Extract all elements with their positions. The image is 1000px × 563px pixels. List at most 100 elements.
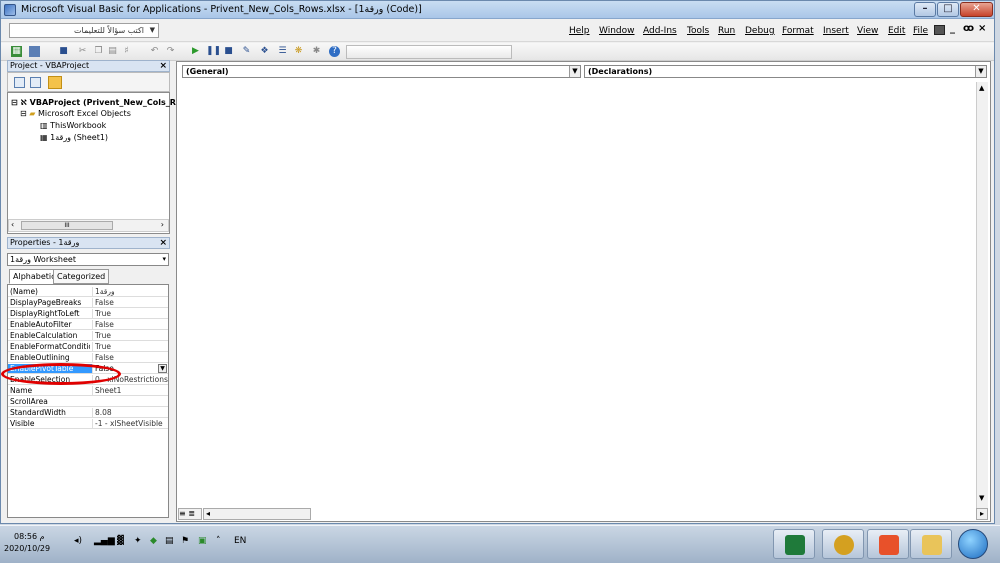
tree-node-thisworkbook[interactable]: ▥ ThisWorkbook (40, 121, 106, 130)
security-icon[interactable]: ◆ (150, 536, 157, 546)
code-horizontal-scrollbar[interactable]: ◂ (203, 508, 311, 520)
language-indicator[interactable]: EN (234, 536, 246, 546)
chevron-down-icon[interactable]: ▼ (158, 364, 167, 373)
chevron-down-icon[interactable]: ▼ (150, 24, 155, 37)
close-button[interactable]: ✕ (960, 2, 993, 17)
view-excel-icon[interactable]: ▦ (11, 46, 22, 57)
chevron-down-icon[interactable]: ▼ (975, 66, 986, 77)
help-icon[interactable]: ? (329, 46, 340, 57)
property-row[interactable]: DisplayPageBreaks False (8, 298, 168, 308)
start-button[interactable] (958, 529, 988, 559)
property-row[interactable]: Visible -1 - xlSheetVisible (8, 419, 168, 429)
property-row[interactable]: DisplayRightToLeft True (8, 309, 168, 319)
volume-icon[interactable]: ◂) (74, 536, 82, 546)
scroll-down-icon[interactable]: ▼ (979, 494, 984, 502)
tree-node-sheet1[interactable]: ▦ ورقة1 (Sheet1) (40, 133, 108, 142)
copy-icon[interactable]: ❐ (93, 46, 104, 57)
design-mode-icon[interactable]: ✎ (241, 46, 252, 57)
properties-object-combo[interactable]: ورقة1 Worksheet ▾ (7, 253, 169, 266)
tab-categorized[interactable]: Categorized (53, 269, 110, 284)
procedure-combo[interactable]: (Declarations) ▼ (584, 65, 987, 78)
maximize-button[interactable]: □ (937, 2, 959, 17)
app-tray-icon[interactable]: ▣ (198, 536, 207, 546)
flag-icon[interactable]: ⚑ (181, 536, 189, 546)
property-value[interactable]: False (92, 298, 168, 307)
property-value[interactable]: True (92, 331, 168, 340)
network-icon[interactable]: ▂▄▆ (94, 536, 115, 546)
chevron-down-icon[interactable]: ▼ (569, 66, 580, 77)
run-icon[interactable]: ▶ (190, 46, 201, 57)
mdi-minimize-button[interactable]: _ (950, 23, 955, 34)
chevron-up-icon[interactable]: ˄ (216, 536, 221, 546)
scroll-right-icon[interactable]: › (161, 220, 164, 229)
menu-tools[interactable]: Tools (687, 26, 709, 36)
property-value[interactable]: ورقة1 (92, 287, 168, 296)
menu-help[interactable]: Help (569, 26, 590, 36)
scroll-thumb[interactable]: III (21, 221, 113, 230)
menu-window[interactable]: Window (599, 26, 635, 36)
clock-date[interactable]: 2020/10/29 (4, 544, 50, 553)
properties-pane-close-button[interactable]: × (159, 238, 167, 248)
property-value[interactable]: True (92, 309, 168, 318)
cut-icon[interactable]: ✂ (77, 46, 88, 57)
property-value[interactable]: False (92, 320, 168, 329)
collapse-icon[interactable]: ⊟ (20, 109, 27, 118)
project-pane-close-button[interactable]: × (159, 61, 167, 71)
project-explorer-icon[interactable]: ❖ (259, 46, 270, 57)
properties-window-icon[interactable]: ☰ (277, 46, 288, 57)
view-toggle-icons[interactable]: ≡ ≣ (178, 508, 202, 520)
property-row[interactable]: EnableCalculation True (8, 331, 168, 341)
menu-debug[interactable]: Debug (745, 26, 775, 36)
break-icon[interactable]: ❚❚ (206, 46, 221, 57)
menu-run[interactable]: Run (718, 26, 735, 36)
menu-insert[interactable]: Insert (823, 26, 849, 36)
tree-node-vbaproject[interactable]: ⊟ ℵ VBAProject (Privent_New_Cols_R (11, 98, 176, 107)
taskbar-vba-button[interactable] (822, 529, 864, 559)
chevron-down-icon[interactable]: ▾ (162, 254, 166, 265)
property-row[interactable]: ScrollArea (8, 397, 168, 407)
property-row[interactable]: EnableFormatConditionsCalculationTrue (8, 342, 168, 352)
taskbar-explorer-button[interactable] (910, 529, 952, 559)
redo-icon[interactable]: ↷ (165, 46, 176, 57)
collapse-icon[interactable]: ⊟ (11, 98, 18, 107)
undo-icon[interactable]: ↶ (149, 46, 160, 57)
reset-icon[interactable]: ■ (223, 46, 234, 57)
property-row[interactable]: EnableOutlining False (8, 353, 168, 363)
clock-time[interactable]: 08:56 م (14, 532, 45, 541)
tab-alphabetic[interactable]: Alphabetic (9, 269, 60, 284)
menu-add-ins[interactable]: Add-Ins (643, 26, 677, 36)
minimize-button[interactable]: – (914, 2, 936, 17)
menu-view[interactable]: View (857, 26, 878, 36)
tree-node-excel-objects[interactable]: ⊟ ▰ Microsoft Excel Objects (20, 109, 131, 118)
menu-edit[interactable]: Edit (888, 26, 905, 36)
menu-file[interactable]: File (913, 26, 928, 36)
code-vertical-scrollbar[interactable]: ▲ ▼ (976, 82, 988, 516)
scroll-up-icon[interactable]: ▲ (979, 84, 984, 92)
scroll-left-icon[interactable]: ‹ (11, 220, 14, 229)
property-row[interactable]: Name Sheet1 (8, 386, 168, 396)
taskbar-brave-button[interactable] (867, 529, 909, 559)
device-icon[interactable]: ▓ (117, 536, 124, 546)
toggle-folders-icon[interactable] (48, 76, 62, 89)
mdi-code-icon[interactable] (934, 25, 945, 35)
property-value[interactable]: Sheet1 (92, 386, 168, 395)
view-object-icon[interactable] (30, 77, 41, 88)
property-row[interactable]: EnableAutoFilter False (8, 320, 168, 330)
find-icon[interactable]: ♯ (121, 46, 132, 57)
property-row[interactable]: (Name) ورقة1 (8, 287, 168, 297)
insert-userform-icon[interactable] (29, 46, 40, 57)
object-combo[interactable]: (General) ▼ (182, 65, 581, 78)
mdi-close-button[interactable]: × (978, 23, 986, 34)
property-value[interactable]: 8.08 (92, 408, 168, 417)
project-horizontal-scrollbar[interactable]: ‹ III › (8, 219, 169, 232)
property-value[interactable]: True (92, 342, 168, 351)
save-icon[interactable]: ■ (58, 46, 69, 57)
object-browser-icon[interactable]: ❋ (293, 46, 304, 57)
keyboard-icon[interactable]: ▤ (165, 536, 174, 546)
toolbox-icon[interactable]: ✱ (311, 46, 322, 57)
property-row[interactable]: StandardWidth 8.08 (8, 408, 168, 418)
property-value[interactable]: False (92, 353, 168, 362)
mdi-restore-button[interactable]: ꝏ (963, 23, 974, 34)
paste-icon[interactable]: ▤ (107, 46, 118, 57)
taskbar-excel-button[interactable] (773, 529, 815, 559)
